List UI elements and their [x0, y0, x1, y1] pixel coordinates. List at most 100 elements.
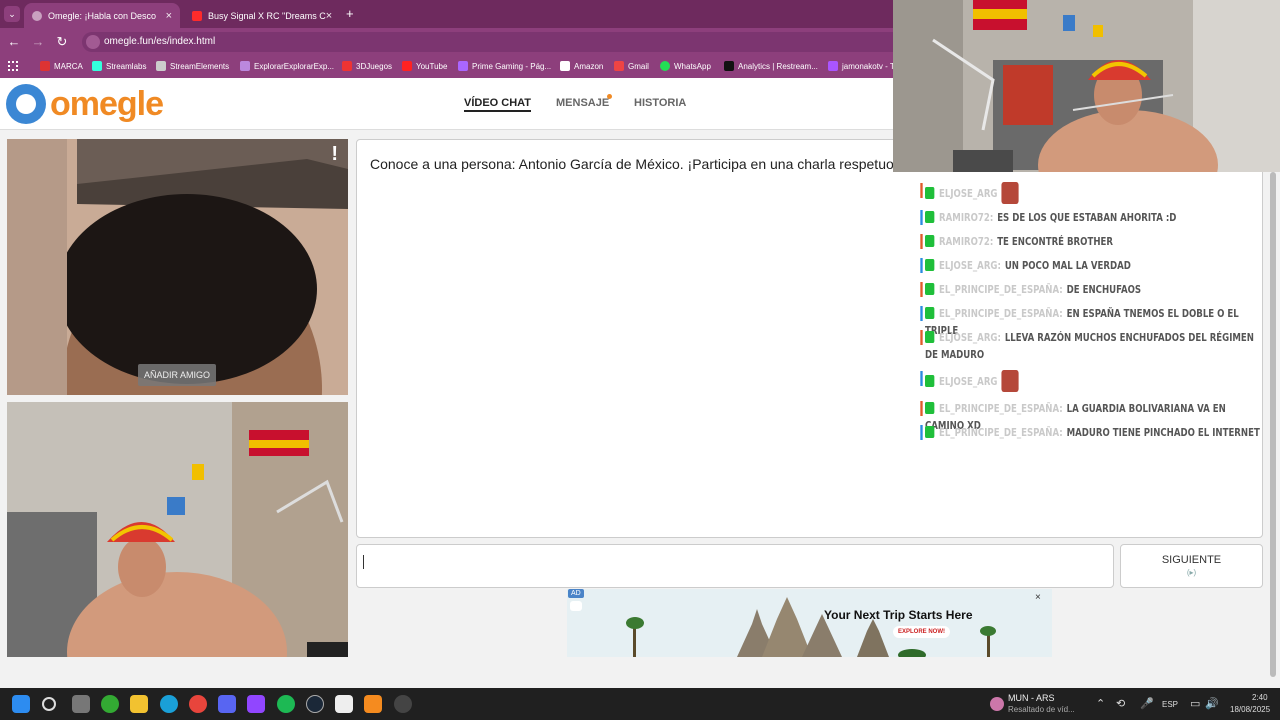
bookmark-3djuegos[interactable]: 3DJuegos	[342, 61, 392, 71]
page-scrollbar[interactable]	[1270, 172, 1276, 677]
prime-gaming-icon	[458, 61, 468, 71]
tab-youtube[interactable]: Busy Signal X RC "Dreams C ×	[184, 3, 340, 28]
ad-banner[interactable]: AD Your Next Trip Starts Here EXPLORE NO…	[567, 589, 1052, 657]
webcam-frame	[893, 0, 1280, 172]
clock-date[interactable]: 18/08/2025	[1230, 705, 1270, 714]
chat-username: ELJOSE_ARG:	[939, 331, 1001, 344]
text-cursor	[363, 555, 364, 569]
message-color-bar	[920, 401, 923, 416]
ad-logo-icon	[570, 601, 582, 611]
twitch-badge-icon	[925, 283, 935, 295]
report-icon[interactable]: !	[331, 143, 338, 166]
file-explorer-icon[interactable]	[130, 695, 148, 713]
streamlabs-icon	[92, 61, 102, 71]
new-tab-button[interactable]: +	[346, 6, 354, 21]
bookmark-gmail[interactable]: Gmail	[614, 61, 649, 71]
language-indicator[interactable]: ESP	[1162, 700, 1178, 709]
stream-chat-message: EL_PRINCIPE_DE_ESPAÑA: DE ENCHUFAOS	[920, 281, 1260, 298]
spotify-icon[interactable]	[277, 695, 295, 713]
bookmark-streamlabs[interactable]: Streamlabs	[92, 61, 146, 71]
streamer-webcam	[893, 0, 1280, 172]
twitch-badge-icon	[925, 211, 935, 223]
logo-text: omegle	[50, 84, 164, 123]
youtube-favicon-icon	[192, 10, 202, 21]
ad-cta-button[interactable]: EXPLORE NOW!	[893, 626, 951, 638]
bookmark-analytics[interactable]: Analytics | Restream...	[724, 61, 818, 71]
close-tab-icon[interactable]: ×	[326, 10, 332, 22]
back-arrow-icon[interactable]: ←	[6, 34, 22, 50]
ad-close-icon[interactable]: ×	[1035, 592, 1041, 603]
chat-app-icon[interactable]	[247, 695, 265, 713]
nav-video-chat[interactable]: VÍDEO CHAT	[464, 97, 532, 112]
sync-icon[interactable]: ⟲	[1116, 697, 1125, 710]
close-tab-icon[interactable]: ×	[166, 10, 172, 22]
chat-username: RAMIRO72:	[939, 211, 994, 224]
twitch-badge-icon	[925, 426, 935, 438]
omegle-logo[interactable]: omegle	[6, 84, 164, 124]
tab-search-button[interactable]: ⌄	[4, 6, 20, 22]
bookmark-streamelements[interactable]: StreamElements	[156, 61, 229, 71]
restream-icon	[724, 61, 734, 71]
twitch-badge-icon	[925, 235, 935, 247]
windows-start-icon[interactable]	[12, 695, 30, 713]
stream-chat-message: ELJOSE_ARG	[920, 182, 1260, 204]
bookmark-prime-gaming[interactable]: Prime Gaming - Pág...	[458, 61, 551, 71]
discord-icon[interactable]	[218, 695, 236, 713]
url-text: omegle.fun/es/index.html	[104, 36, 216, 47]
network-icon[interactable]: ▭	[1190, 697, 1200, 710]
stream-chat-message: ELJOSE_ARG: UN POCO MAL LA VERDAD	[920, 257, 1260, 274]
bookmark-youtube[interactable]: YouTube	[402, 61, 447, 71]
task-view-icon[interactable]	[72, 695, 90, 713]
twitch-badge-icon	[925, 402, 935, 414]
nav-mensaje[interactable]: MENSAJE	[556, 97, 609, 109]
apps-grid-icon[interactable]	[8, 61, 18, 71]
bookmark-whatsapp[interactable]: WhatsApp	[660, 61, 711, 71]
bookmark-page-icon	[240, 61, 250, 71]
xbox-icon[interactable]	[101, 695, 119, 713]
ad-headline: Your Next Trip Starts Here	[824, 608, 973, 622]
capcut-icon[interactable]	[335, 695, 353, 713]
message-color-bar	[920, 425, 923, 440]
bookmark-marca[interactable]: MARCA	[40, 61, 83, 71]
bookmark-jamonakotv[interactable]: jamonakotv - T	[828, 61, 895, 71]
message-input[interactable]	[356, 544, 1114, 588]
chat-emote-icon	[1001, 370, 1019, 392]
next-button[interactable]: SIGUIENTE (▸)	[1120, 544, 1263, 588]
chevron-up-icon[interactable]: ⌃	[1096, 697, 1105, 710]
3djuegos-icon	[342, 61, 352, 71]
chat-username: EL_PRINCIPE_DE_ESPAÑA:	[939, 307, 1063, 320]
stream-chat-message: ELJOSE_ARG: LLEVA RAZÓN MUCHOS ENCHUFADOS…	[920, 329, 1260, 363]
marca-icon	[40, 61, 50, 71]
tab-omegle[interactable]: Omegle: ¡Habla con Desco ×	[24, 3, 180, 28]
reload-icon[interactable]: ↻	[54, 34, 70, 50]
edge-icon[interactable]	[160, 695, 178, 713]
notification-dot	[607, 94, 612, 99]
stream-chat-message: ELJOSE_ARG	[920, 370, 1260, 392]
stranger-video: !	[7, 139, 348, 395]
volume-icon[interactable]: 🔊	[1205, 697, 1219, 710]
obs-icon[interactable]	[394, 695, 412, 713]
site-info-icon[interactable]	[86, 35, 100, 49]
twitch-badge-icon	[925, 331, 935, 343]
stream-chat-message: RAMIRO72: TE ENCONTRÉ BROTHER	[920, 233, 1260, 250]
twitch-badge-icon	[925, 375, 935, 387]
add-friend-button[interactable]: AÑADIR AMIGO	[138, 364, 216, 386]
search-icon[interactable]	[42, 697, 56, 711]
gmail-icon	[614, 61, 624, 71]
bookmark-explorar[interactable]: ExplorarExplorarExp...	[240, 61, 334, 71]
clock-time[interactable]: 2:40	[1252, 693, 1268, 702]
nav-historia[interactable]: HISTORIA	[634, 97, 686, 109]
widget-title[interactable]: MUN - ARS	[1008, 693, 1055, 703]
address-bar[interactable]: omegle.fun/es/index.html	[82, 32, 912, 52]
chat-username: EL_PRINCIPE_DE_ESPAÑA:	[939, 283, 1063, 296]
bookmark-amazon[interactable]: Amazon	[560, 61, 603, 71]
omegle-favicon-icon	[32, 10, 42, 21]
steam-icon[interactable]	[306, 695, 324, 713]
chat-text: MADURO TIENE PINCHADO EL INTERNET	[1066, 426, 1260, 439]
fl-studio-icon[interactable]	[364, 695, 382, 713]
amazon-icon	[560, 61, 570, 71]
chrome-icon[interactable]	[189, 695, 207, 713]
microphone-icon[interactable]: 🎤	[1140, 697, 1154, 710]
forward-arrow-icon[interactable]: →	[30, 34, 46, 50]
chat-emote-icon	[1001, 182, 1019, 204]
